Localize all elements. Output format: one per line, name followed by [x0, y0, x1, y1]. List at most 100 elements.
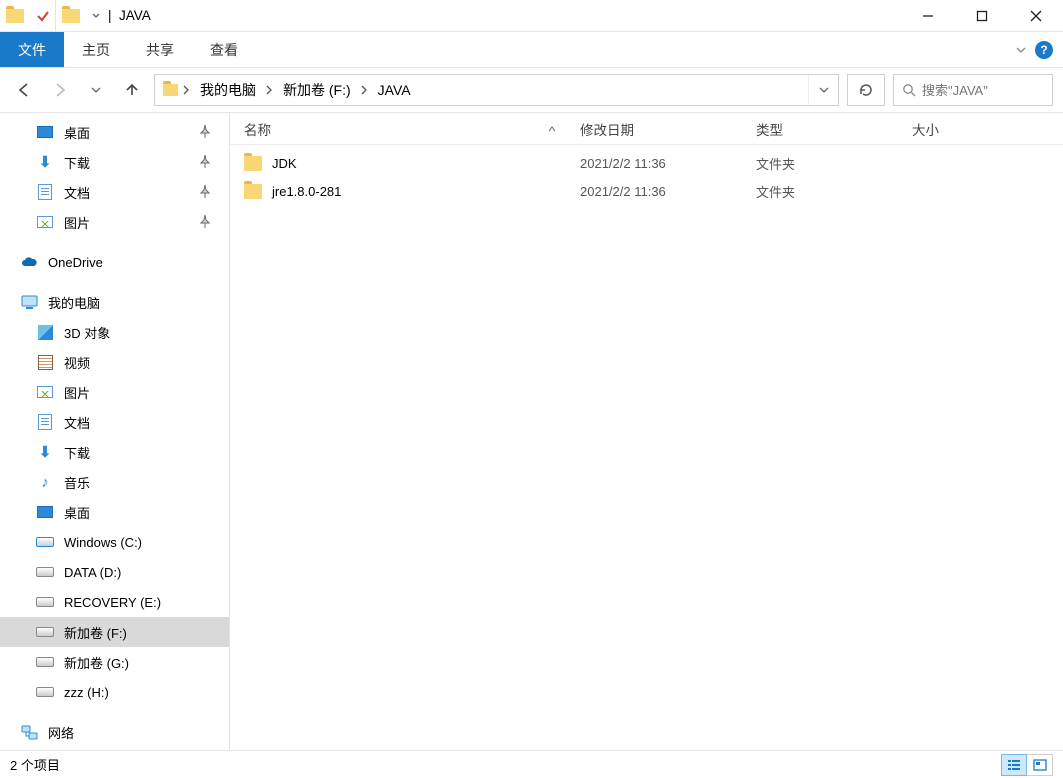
- pin-icon: [199, 155, 211, 169]
- search-icon: [902, 83, 916, 97]
- music-icon: ♪: [36, 473, 54, 491]
- quick-access-dropdown[interactable]: [86, 13, 106, 19]
- file-type: 文件夹: [742, 154, 898, 173]
- details-view-toggle[interactable]: [1001, 754, 1027, 776]
- status-bar: 2 个项目: [0, 750, 1063, 778]
- sidebar-item-label: 图片: [64, 383, 90, 402]
- sidebar-item-downloads[interactable]: ⬇ 下载: [0, 147, 229, 177]
- home-tab[interactable]: 主页: [64, 32, 128, 67]
- search-box[interactable]: [893, 74, 1053, 106]
- sidebar-item-label: 桌面: [64, 503, 90, 522]
- sidebar-item-onedrive[interactable]: OneDrive: [0, 247, 229, 277]
- view-tab[interactable]: 查看: [192, 32, 256, 67]
- drive-icon: [36, 683, 54, 701]
- column-header-date[interactable]: 修改日期: [566, 119, 742, 139]
- up-button[interactable]: [118, 76, 146, 104]
- file-rows[interactable]: JDK 2021/2/2 11:36 文件夹 jre1.8.0-281 2021…: [230, 145, 1063, 750]
- sidebar-item-drive-h[interactable]: zzz (H:): [0, 677, 229, 707]
- chevron-right-icon[interactable]: [181, 85, 192, 95]
- refresh-button[interactable]: [847, 74, 885, 106]
- maximize-button[interactable]: [955, 0, 1009, 31]
- pin-icon: [199, 215, 211, 229]
- minimize-button[interactable]: [901, 0, 955, 31]
- address-bar-container: 我的电脑 新加卷 (F:) JAVA: [154, 74, 839, 106]
- column-header-size[interactable]: 大小: [898, 119, 1063, 139]
- large-icons-view-toggle[interactable]: [1027, 754, 1053, 776]
- sidebar-item-label: 3D 对象: [64, 323, 110, 342]
- sidebar-item-videos[interactable]: 视频: [0, 347, 229, 377]
- sidebar-item-label: 网络: [48, 723, 74, 742]
- sidebar-item-drive-g[interactable]: 新加卷 (G:): [0, 647, 229, 677]
- forward-button[interactable]: [46, 76, 74, 104]
- sidebar-item-pictures[interactable]: 图片: [0, 207, 229, 237]
- column-header-name[interactable]: 名称: [230, 119, 566, 139]
- drive-icon: [36, 623, 54, 641]
- sidebar-item-drive-f[interactable]: 新加卷 (F:): [0, 617, 229, 647]
- share-tab[interactable]: 共享: [128, 32, 192, 67]
- sidebar-item-network[interactable]: 网络: [0, 717, 229, 747]
- sidebar-item-music[interactable]: ♪ 音乐: [0, 467, 229, 497]
- desktop-icon: [36, 123, 54, 141]
- navigation-pane[interactable]: 桌面 ⬇ 下载 文档 图片: [0, 113, 230, 750]
- picture-icon: [36, 383, 54, 401]
- sidebar-item-downloads2[interactable]: ⬇ 下载: [0, 437, 229, 467]
- item-count: 2 个项目: [10, 755, 60, 774]
- sidebar-item-desktop2[interactable]: 桌面: [0, 497, 229, 527]
- sidebar-item-label: OneDrive: [48, 255, 103, 270]
- column-header-type[interactable]: 类型: [742, 119, 898, 139]
- sidebar-item-label: 文档: [64, 413, 90, 432]
- sidebar-item-pictures2[interactable]: 图片: [0, 377, 229, 407]
- file-name: jre1.8.0-281: [272, 184, 341, 199]
- sidebar-item-label: 文档: [64, 183, 90, 202]
- close-button[interactable]: [1009, 0, 1063, 31]
- table-row[interactable]: JDK 2021/2/2 11:36 文件夹: [230, 149, 1063, 177]
- app-folder-icon: [0, 0, 30, 31]
- folder-icon: [244, 154, 262, 172]
- address-history-dropdown[interactable]: [808, 75, 838, 105]
- breadcrumb-item[interactable]: 我的电脑: [194, 80, 262, 100]
- download-icon: ⬇: [36, 153, 54, 171]
- file-tab[interactable]: 文件: [0, 32, 64, 67]
- document-icon: [36, 413, 54, 431]
- help-button[interactable]: ?: [1035, 41, 1053, 59]
- file-list-pane: 名称 修改日期 类型 大小 JDK 2021/2/2 11:36 文件夹: [230, 113, 1063, 750]
- document-icon: [36, 183, 54, 201]
- file-name: JDK: [272, 156, 297, 171]
- address-bar[interactable]: 我的电脑 新加卷 (F:) JAVA: [155, 75, 808, 105]
- sidebar-item-label: 下载: [64, 443, 90, 462]
- columns-header: 名称 修改日期 类型 大小: [230, 113, 1063, 145]
- back-button[interactable]: [10, 76, 38, 104]
- sidebar-item-label: 音乐: [64, 473, 90, 492]
- sidebar-item-documents[interactable]: 文档: [0, 177, 229, 207]
- sidebar-item-3d-objects[interactable]: 3D 对象: [0, 317, 229, 347]
- chevron-right-icon[interactable]: [359, 85, 370, 95]
- search-input[interactable]: [922, 83, 1044, 98]
- quick-access-check-icon[interactable]: [30, 0, 56, 31]
- recent-locations-dropdown[interactable]: [82, 76, 110, 104]
- folder-icon: [244, 182, 262, 200]
- titlebar: | JAVA: [0, 0, 1063, 32]
- ribbon-expand-icon[interactable]: [1015, 46, 1027, 54]
- breadcrumb-item[interactable]: 新加卷 (F:): [277, 80, 357, 100]
- sidebar-item-drive-d[interactable]: DATA (D:): [0, 557, 229, 587]
- cube-icon: [36, 323, 54, 341]
- table-row[interactable]: jre1.8.0-281 2021/2/2 11:36 文件夹: [230, 177, 1063, 205]
- file-date: 2021/2/2 11:36: [566, 184, 742, 199]
- chevron-right-icon[interactable]: [264, 85, 275, 95]
- computer-icon: [20, 293, 38, 311]
- pin-icon: [199, 125, 211, 139]
- breadcrumb-item[interactable]: JAVA: [372, 82, 417, 98]
- address-folder-icon: [161, 81, 179, 99]
- network-icon: [20, 723, 38, 741]
- file-date: 2021/2/2 11:36: [566, 156, 742, 171]
- sidebar-item-label: 图片: [64, 213, 90, 232]
- sidebar-item-desktop[interactable]: 桌面: [0, 117, 229, 147]
- drive-icon: [36, 563, 54, 581]
- sidebar-item-drive-e[interactable]: RECOVERY (E:): [0, 587, 229, 617]
- sidebar-item-label: zzz (H:): [64, 685, 109, 700]
- picture-icon: [36, 213, 54, 231]
- sidebar-item-this-pc[interactable]: 我的电脑: [0, 287, 229, 317]
- sidebar-item-documents2[interactable]: 文档: [0, 407, 229, 437]
- titlebar-folder-icon: [56, 0, 86, 31]
- sidebar-item-drive-c[interactable]: Windows (C:): [0, 527, 229, 557]
